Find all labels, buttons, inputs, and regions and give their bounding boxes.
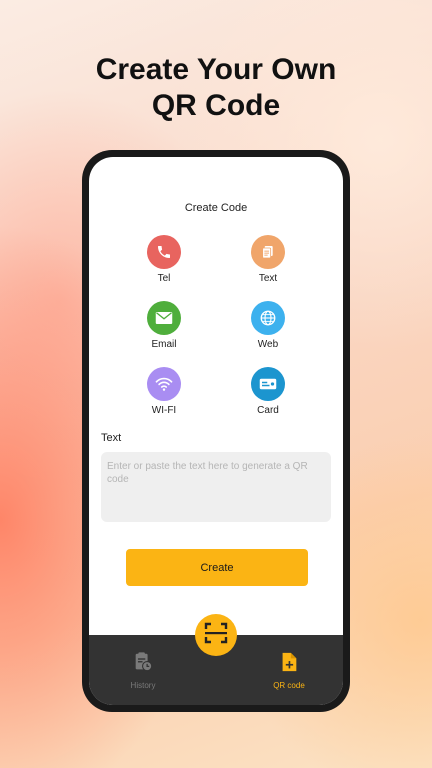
history-icon xyxy=(113,651,173,678)
text-input[interactable] xyxy=(101,452,331,522)
wifi-icon xyxy=(147,367,181,401)
document-icon xyxy=(251,235,285,269)
headline-line1: Create Your Own xyxy=(95,53,337,86)
globe-icon xyxy=(251,301,285,335)
type-web-label: Web xyxy=(257,339,279,350)
create-button[interactable]: Create xyxy=(126,549,308,586)
type-email[interactable]: Email xyxy=(124,301,204,350)
nav-label-qr-code: QR code xyxy=(273,681,305,690)
phone-frame: Create Code Tel Text Email Web WI-FI Car… xyxy=(82,150,350,712)
type-email-label: Email xyxy=(151,339,177,350)
phone-icon xyxy=(147,235,181,269)
nav-label-history: History xyxy=(130,681,156,690)
type-text-label: Text xyxy=(258,273,278,284)
type-wifi-label: WI-FI xyxy=(151,405,177,416)
type-tel-label: Tel xyxy=(157,273,171,284)
text-field-label: Text xyxy=(101,432,122,444)
type-wifi[interactable]: WI-FI xyxy=(124,367,204,416)
nav-item-qr-code[interactable]: QR code xyxy=(259,651,319,690)
type-tel[interactable]: Tel xyxy=(124,235,204,284)
scan-icon xyxy=(204,622,228,649)
card-icon xyxy=(251,367,285,401)
app-screen: Create Code Tel Text Email Web WI-FI Car… xyxy=(89,157,343,705)
nav-item-history[interactable]: History xyxy=(113,651,173,690)
screen-title: Create Code xyxy=(184,202,248,214)
qr-file-icon xyxy=(259,651,319,678)
type-web[interactable]: Web xyxy=(228,301,308,350)
type-card-label: Card xyxy=(257,405,279,416)
mail-icon xyxy=(147,301,181,335)
type-text[interactable]: Text xyxy=(228,235,308,284)
headline: Create Your Own QR Code xyxy=(0,52,432,124)
headline-line2: QR Code xyxy=(151,89,281,122)
type-card[interactable]: Card xyxy=(228,367,308,416)
scan-button[interactable] xyxy=(195,614,237,656)
